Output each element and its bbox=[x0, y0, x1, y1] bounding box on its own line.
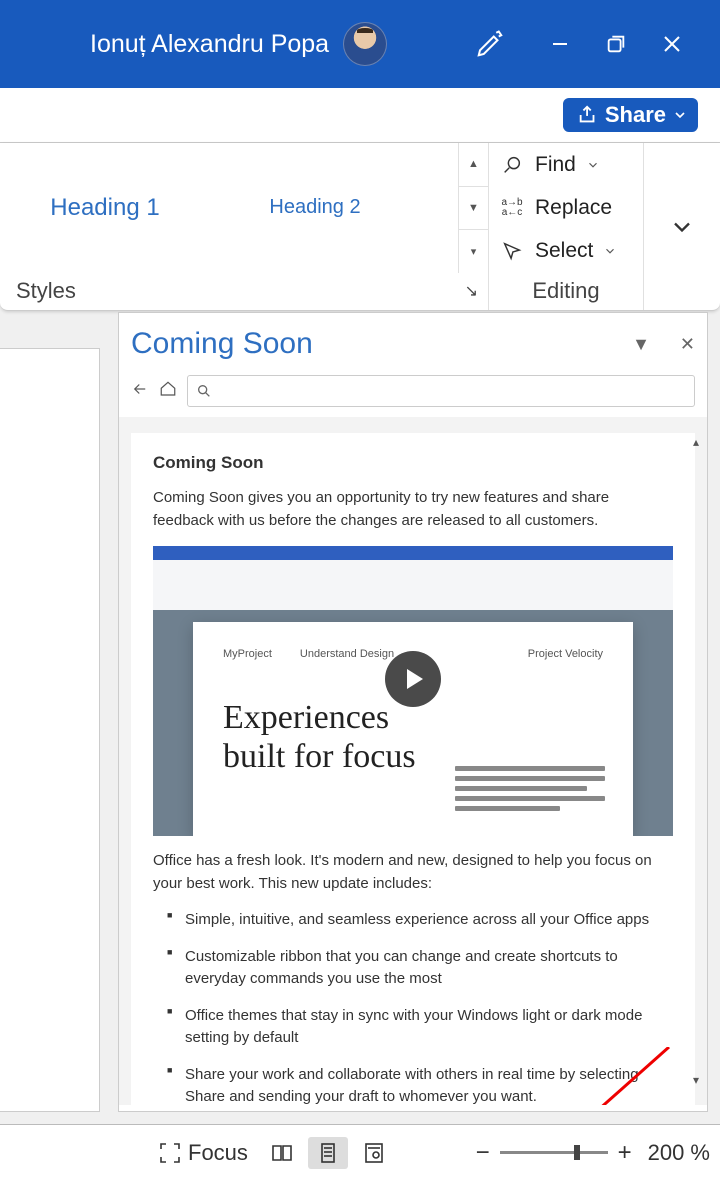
styles-scroll-down[interactable]: ▼ bbox=[459, 187, 488, 231]
pen-icon[interactable] bbox=[462, 29, 518, 59]
select-icon bbox=[499, 240, 525, 262]
video-thumbnail[interactable]: MyProjectUnderstand DesignProject Veloci… bbox=[153, 546, 673, 836]
zoom-slider[interactable]: − + bbox=[472, 1139, 636, 1167]
focus-icon bbox=[158, 1141, 182, 1165]
pane-title: Coming Soon bbox=[131, 327, 313, 361]
scroll-down-icon[interactable]: ▾ bbox=[693, 1073, 699, 1087]
scroll-up-icon[interactable]: ▴ bbox=[693, 435, 699, 449]
select-button[interactable]: Select bbox=[489, 229, 643, 272]
pane-close-icon[interactable]: ✕ bbox=[680, 334, 695, 355]
card-heading: Coming Soon bbox=[153, 453, 673, 473]
pane-options-icon[interactable]: ▼ bbox=[632, 334, 650, 355]
styles-group-label: Styles bbox=[16, 278, 76, 304]
share-label: Share bbox=[605, 102, 666, 128]
minimize-button[interactable] bbox=[532, 32, 588, 56]
feature-list: Simple, intuitive, and seamless experien… bbox=[153, 909, 673, 1105]
list-item: Share your work and collaborate with oth… bbox=[167, 1064, 673, 1106]
editing-group: Find a→ba←c Replace Select Editing bbox=[489, 143, 644, 310]
pane-search-input[interactable] bbox=[187, 375, 695, 407]
coming-soon-pane: Coming Soon ▼ ✕ Coming Soon Coming Soon … bbox=[118, 312, 708, 1112]
print-layout-button[interactable] bbox=[308, 1137, 348, 1169]
list-item: Office themes that stay in sync with you… bbox=[167, 1005, 673, 1050]
user-name: Ionuț Alexandru Popa bbox=[90, 30, 329, 59]
coming-soon-card: Coming Soon Coming Soon gives you an opp… bbox=[131, 433, 695, 1105]
share-bar: Share bbox=[0, 88, 720, 143]
read-mode-button[interactable] bbox=[262, 1137, 302, 1169]
restore-button[interactable] bbox=[588, 33, 644, 55]
home-icon[interactable] bbox=[159, 380, 181, 403]
avatar[interactable] bbox=[343, 22, 387, 66]
list-item: Simple, intuitive, and seamless experien… bbox=[167, 909, 673, 932]
styles-scroll-up[interactable]: ▲ bbox=[459, 143, 488, 187]
search-icon bbox=[196, 383, 212, 399]
web-layout-button[interactable] bbox=[354, 1137, 394, 1169]
back-icon[interactable] bbox=[131, 380, 153, 403]
styles-launcher-icon[interactable]: ↘ bbox=[465, 281, 478, 301]
chevron-down-icon bbox=[603, 244, 617, 258]
replace-button[interactable]: a→ba←c Replace bbox=[489, 186, 643, 229]
document-canvas[interactable] bbox=[0, 348, 100, 1112]
card-intro: Coming Soon gives you an opportunity to … bbox=[153, 487, 673, 532]
zoom-in-button[interactable]: + bbox=[614, 1139, 636, 1167]
focus-mode-button[interactable]: Focus bbox=[150, 1136, 256, 1170]
replace-icon: a→ba←c bbox=[499, 198, 525, 218]
find-button[interactable]: Find bbox=[489, 143, 643, 186]
window-titlebar: Ionuț Alexandru Popa bbox=[0, 0, 720, 88]
list-item: Customizable ribbon that you can change … bbox=[167, 946, 673, 991]
ribbon: Heading 1 Heading 2 ▲ ▼ ▾ Styles ↘ Find … bbox=[0, 143, 720, 311]
editing-group-label: Editing bbox=[532, 278, 599, 304]
zoom-out-button[interactable]: − bbox=[472, 1139, 494, 1167]
find-icon bbox=[499, 154, 525, 176]
zoom-value[interactable]: 200 % bbox=[648, 1140, 710, 1166]
share-button[interactable]: Share bbox=[563, 98, 698, 132]
style-heading-2[interactable]: Heading 2 bbox=[210, 196, 420, 219]
ribbon-collapse-icon[interactable] bbox=[668, 213, 696, 241]
chevron-down-icon bbox=[672, 107, 688, 123]
chevron-down-icon bbox=[586, 158, 600, 172]
styles-group: Heading 1 Heading 2 ▲ ▼ ▾ Styles ↘ bbox=[0, 143, 489, 310]
styles-gallery-open[interactable]: ▾ bbox=[459, 230, 488, 273]
style-heading-1[interactable]: Heading 1 bbox=[0, 194, 210, 222]
close-button[interactable] bbox=[644, 32, 700, 56]
pane-scrollbar[interactable]: ▴ ▾ bbox=[687, 435, 705, 1087]
card-desc: Office has a fresh look. It's modern and… bbox=[153, 850, 673, 895]
status-bar: Focus − + 200 % bbox=[0, 1124, 720, 1180]
play-icon[interactable] bbox=[385, 651, 441, 707]
